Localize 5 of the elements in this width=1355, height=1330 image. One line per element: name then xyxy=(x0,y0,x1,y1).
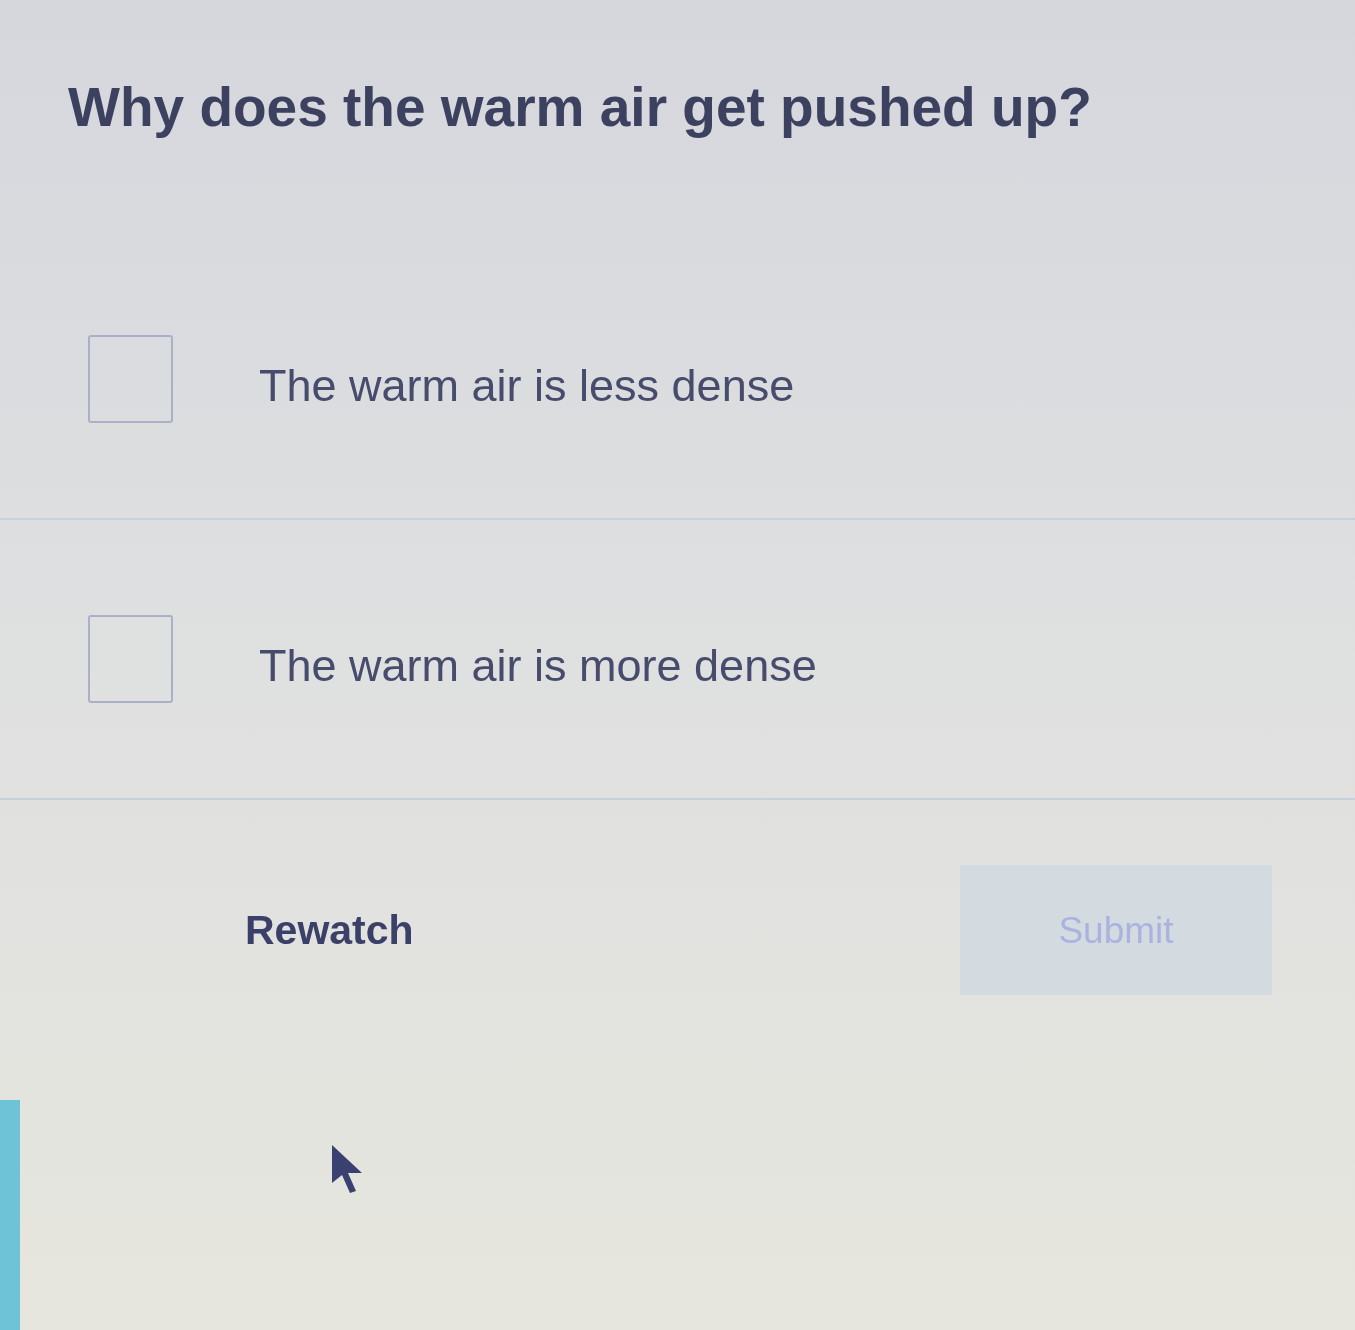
checkbox[interactable] xyxy=(88,615,173,703)
rewatch-link[interactable]: Rewatch xyxy=(245,909,414,951)
option-label: The warm air is less dense xyxy=(259,362,795,408)
option-label: The warm air is more dense xyxy=(259,642,817,688)
checkbox[interactable] xyxy=(88,335,173,423)
